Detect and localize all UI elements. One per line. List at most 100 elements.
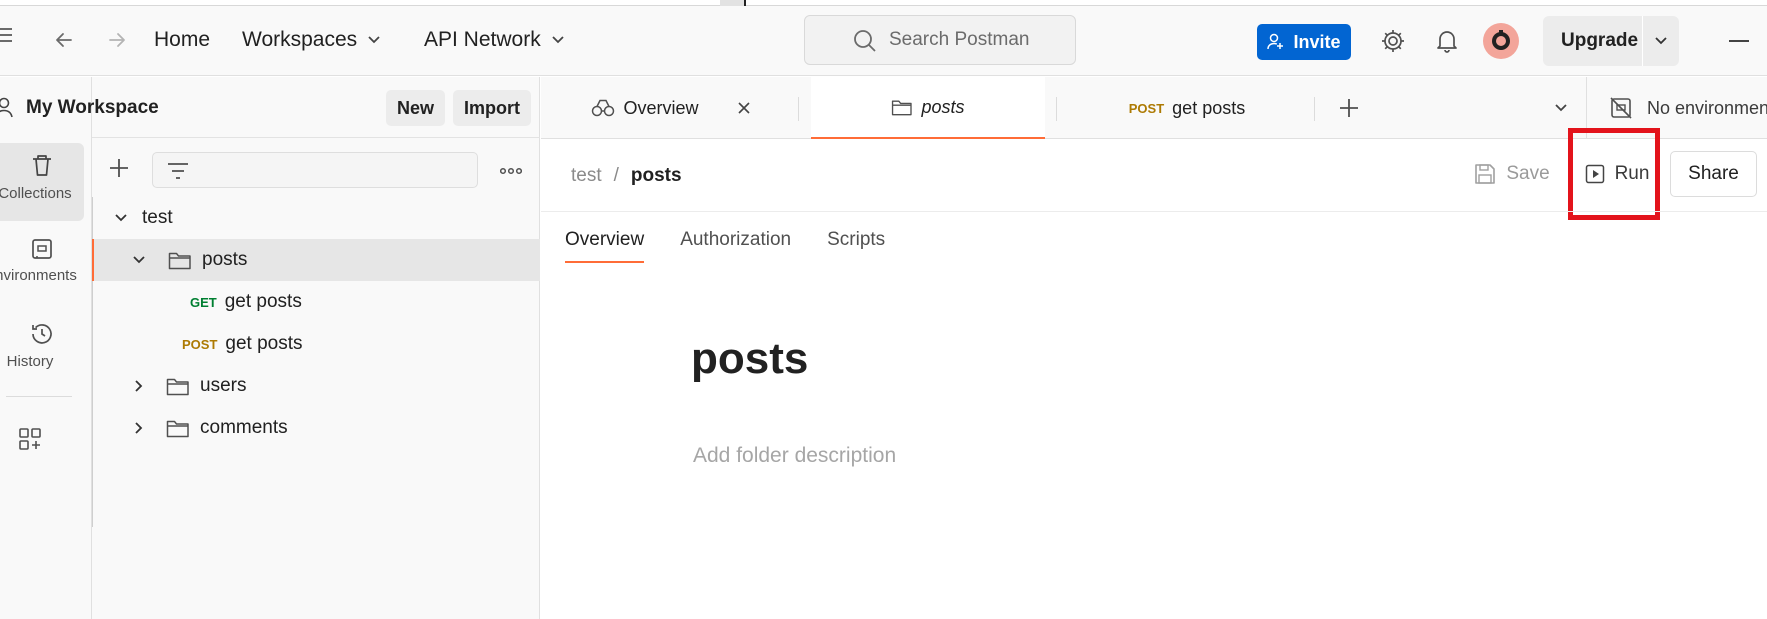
tab-label: get posts <box>1172 97 1246 118</box>
invite-button[interactable]: Invite <box>1257 24 1351 60</box>
breadcrumb-separator: / <box>613 165 619 186</box>
folder-icon <box>166 378 189 396</box>
apps-grid-icon <box>0 427 84 451</box>
menu-icon[interactable] <box>0 28 14 42</box>
plus-icon[interactable] <box>108 157 130 184</box>
tab-divider <box>1314 97 1315 121</box>
forward-arrow-icon[interactable] <box>103 26 131 54</box>
subtab-scripts[interactable]: Scripts <box>827 229 885 263</box>
left-rail: Collections Environments History <box>0 77 92 619</box>
new-tab-button[interactable] <box>1329 77 1369 139</box>
api-network-dropdown[interactable]: API Network <box>424 28 565 52</box>
tree-item-users[interactable]: users <box>92 365 540 407</box>
tab-post-get-posts[interactable]: POST get posts <box>1059 77 1315 139</box>
search-placeholder: Search Postman <box>889 29 1030 50</box>
workspace-header: My Workspace <box>0 97 159 119</box>
trash-bin-icon <box>0 153 84 179</box>
avatar[interactable] <box>1483 23 1519 59</box>
rail-history-label: History <box>6 353 54 370</box>
method-badge: GET <box>190 294 217 310</box>
home-link[interactable]: Home <box>154 28 210 52</box>
history-icon <box>0 321 84 347</box>
share-button[interactable]: Share <box>1670 151 1757 197</box>
gear-icon[interactable] <box>1378 26 1408 56</box>
tree-item-label: get posts <box>224 291 302 312</box>
rail-environments-label: Environments <box>0 267 77 284</box>
chevron-down-icon <box>368 36 380 44</box>
tab-divider <box>1056 97 1057 121</box>
rail-collections[interactable]: Collections <box>0 143 84 221</box>
chevron-down-icon <box>1555 104 1567 112</box>
environment-selector[interactable]: No environment <box>1586 77 1767 139</box>
share-label: Share <box>1688 163 1739 184</box>
chevron-down-icon <box>552 36 564 44</box>
play-icon <box>1585 164 1604 184</box>
tabs-overflow-dropdown[interactable] <box>1541 77 1581 139</box>
tree-item-label: users <box>200 375 247 396</box>
tab-label: Overview <box>623 97 699 118</box>
filter-input[interactable] <box>152 152 478 188</box>
import-button[interactable]: Import <box>453 90 531 126</box>
minimize-icon[interactable] <box>1729 40 1749 42</box>
rail-environments[interactable]: Environments <box>0 237 84 307</box>
tree-item-post-get-posts[interactable]: POST get posts <box>92 323 540 365</box>
tree-item-label: test <box>142 207 173 228</box>
workspace-name: My Workspace <box>26 97 159 118</box>
tree-item-posts[interactable]: posts <box>92 239 540 281</box>
rail-add-apps[interactable] <box>0 427 84 467</box>
search-input[interactable]: Search Postman <box>804 15 1076 65</box>
folder-overview-panel: test / posts Save Run Share Overview Aut… <box>541 128 1767 619</box>
environment-icon <box>0 237 84 261</box>
no-environment-icon <box>1610 97 1632 119</box>
new-button-label: New <box>396 97 434 118</box>
breadcrumb: test / posts <box>571 165 682 187</box>
save-button[interactable]: Save <box>1467 151 1557 197</box>
method-badge: POST <box>1128 100 1165 116</box>
chevron-right-icon <box>135 422 143 434</box>
folder-title[interactable]: posts <box>691 334 808 384</box>
subtab-authorization[interactable]: Authorization <box>680 229 791 263</box>
chevron-down-icon <box>115 214 127 222</box>
breadcrumb-parent[interactable]: test <box>571 165 602 187</box>
top-header: Home Workspaces API Network Search Postm… <box>0 6 1767 76</box>
invite-label: Invite <box>1293 31 1341 52</box>
upgrade-button[interactable]: Upgrade <box>1543 30 1642 52</box>
breadcrumb-current[interactable]: posts <box>631 165 682 187</box>
upgrade-dropdown[interactable] <box>1643 16 1679 66</box>
tree-item-test[interactable]: test <box>92 197 540 239</box>
run-label: Run <box>1614 163 1650 184</box>
folder-icon <box>168 252 191 270</box>
workspaces-label: Workspaces <box>242 28 358 51</box>
collections-sidebar: My Workspace New Import test posts GET g… <box>0 77 540 619</box>
binoculars-icon <box>592 99 615 117</box>
tab-divider <box>798 97 799 121</box>
tree-item-comments[interactable]: comments <box>92 407 540 449</box>
save-icon <box>1475 164 1496 184</box>
bell-icon[interactable] <box>1432 26 1462 56</box>
chevron-down-icon <box>133 256 145 264</box>
tab-overview[interactable]: Overview <box>571 77 771 139</box>
upgrade-button-group: Upgrade <box>1543 16 1679 66</box>
more-options-icon[interactable] <box>499 162 523 180</box>
tree-item-get-posts[interactable]: GET get posts <box>92 281 540 323</box>
folder-icon <box>166 420 189 438</box>
astronaut-icon <box>1492 30 1510 50</box>
tabs-bar: Overview posts POST get posts No environ… <box>541 77 1767 139</box>
close-icon[interactable] <box>737 101 751 115</box>
run-button[interactable]: Run <box>1577 151 1657 197</box>
search-icon <box>854 30 876 52</box>
tab-posts[interactable]: posts <box>811 77 1045 139</box>
subtab-overview[interactable]: Overview <box>565 229 645 263</box>
save-label: Save <box>1506 163 1550 184</box>
divider <box>541 211 1767 212</box>
rail-history[interactable]: History <box>0 321 84 391</box>
back-arrow-icon[interactable] <box>50 26 78 54</box>
workspaces-dropdown[interactable]: Workspaces <box>242 28 381 52</box>
rail-divider <box>6 396 72 397</box>
api-network-label: API Network <box>424 28 541 51</box>
sidebar-toolbar <box>92 137 540 197</box>
new-button[interactable]: New <box>386 90 445 126</box>
folder-icon <box>892 100 913 116</box>
folder-description-input[interactable]: Add folder description <box>693 444 896 468</box>
chevron-down-icon <box>1655 37 1667 45</box>
